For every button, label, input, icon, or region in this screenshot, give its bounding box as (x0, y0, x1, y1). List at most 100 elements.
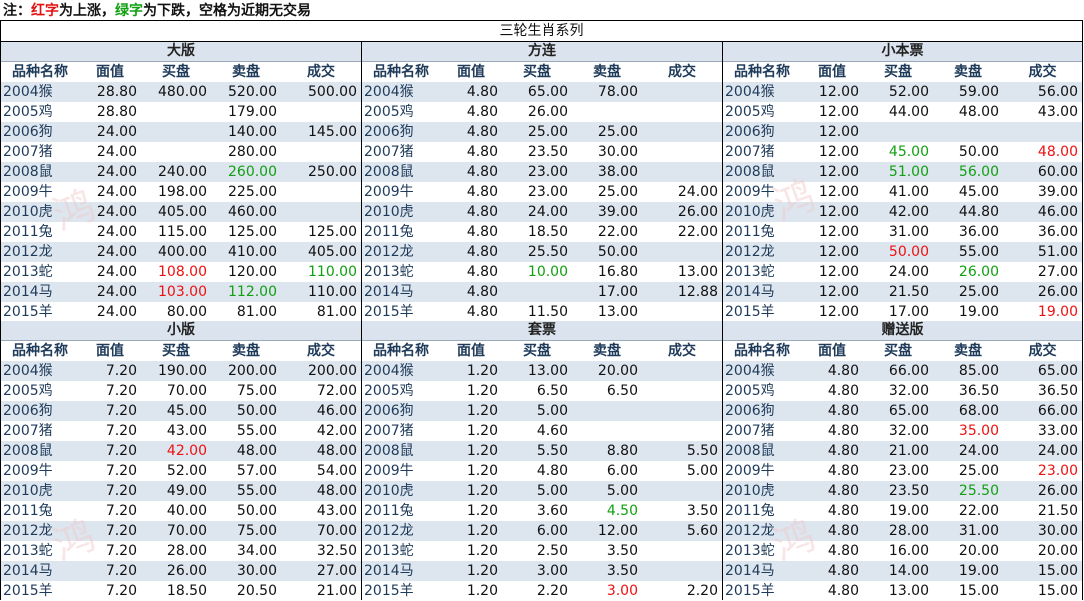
ask-cell: 22.00 (958, 503, 999, 519)
bid-cell: 5.50 (536, 443, 568, 459)
ask-cell: 30.00 (597, 144, 638, 160)
deal-cell: 70.00 (316, 523, 357, 539)
deal-cell (642, 561, 722, 581)
panel-title: 方连 (362, 42, 722, 62)
face-value-cell: 12.00 (818, 144, 859, 160)
face-value-cell: 7.20 (105, 543, 137, 559)
variety-name-cell: 2004猴 (3, 84, 53, 100)
ask-cell: 30.00 (236, 563, 277, 579)
face-value-cell: 1.20 (466, 423, 498, 439)
table-row: 2005鸡 4.80 32.00 36.50 36.50 (723, 381, 1082, 401)
bid-cell: 43.00 (166, 423, 207, 439)
ask-cell: 25.50 (958, 483, 999, 499)
variety-name-cell: 2004猴 (725, 363, 775, 379)
deal-cell: 39.00 (1037, 184, 1078, 200)
face-value-cell: 12.00 (818, 224, 859, 240)
variety-name-cell: 2009牛 (3, 463, 53, 479)
deal-cell: 30.00 (1037, 523, 1078, 539)
table-row: 2005鸡 4.80 26.00 (362, 102, 722, 122)
face-value-cell: 28.80 (96, 84, 137, 100)
table-row: 2008鼠 7.20 42.00 48.00 48.00 (1, 441, 361, 461)
table-row: 2004猴 12.00 52.00 59.00 56.00 (723, 82, 1082, 102)
face-value-cell: 4.80 (466, 144, 498, 160)
face-value-cell: 1.20 (466, 563, 498, 579)
face-value-cell: 24.00 (96, 244, 137, 260)
bid-cell: 4.60 (536, 423, 568, 439)
table-row: 2014马 4.80 17.00 12.88 (362, 282, 722, 302)
ask-cell: 44.80 (958, 204, 999, 220)
variety-name-cell: 2011兔 (3, 224, 53, 240)
bid-cell: 13.00 (527, 363, 568, 379)
variety-name-cell: 2006狗 (3, 403, 53, 419)
price-table: 品种名称 面值 买盘 卖盘 成交 2004猴 4.80 65.00 78.00 2005鸡 4.80… (362, 62, 722, 322)
face-value-cell: 7.20 (105, 443, 137, 459)
bid-cell: 52.00 (166, 463, 207, 479)
variety-name-cell: 2010虎 (3, 483, 53, 499)
bid-cell: 23.00 (527, 184, 568, 200)
deal-cell (281, 182, 361, 202)
variety-name-cell: 2013蛇 (3, 543, 53, 559)
face-value-cell: 1.20 (466, 363, 498, 379)
face-value-cell: 7.20 (105, 363, 137, 379)
deal-cell: 48.00 (316, 443, 357, 459)
variety-name-cell: 2009牛 (725, 463, 775, 479)
column-header: 品种名称 (373, 64, 429, 80)
variety-name-cell: 2011兔 (364, 503, 414, 519)
note-red-word: 红字 (31, 3, 59, 19)
deal-cell (642, 421, 722, 441)
column-header: 面值 (96, 343, 124, 359)
ask-cell: 17.00 (597, 284, 638, 300)
variety-name-cell: 2011兔 (725, 503, 775, 519)
table-row: 2014马 24.00 103.00 112.00 110.00 (1, 282, 361, 302)
bid-cell: 21.50 (888, 284, 929, 300)
column-header: 成交 (1028, 343, 1057, 359)
face-value-cell: 1.20 (466, 523, 498, 539)
face-value-cell: 12.00 (818, 164, 859, 180)
ask-cell: 48.00 (958, 104, 999, 120)
variety-name-cell: 2010虎 (725, 204, 775, 220)
column-header: 卖盘 (954, 64, 982, 80)
face-value-cell: 4.80 (827, 583, 859, 599)
table-row: 2006狗 24.00 140.00 145.00 (1, 122, 361, 142)
variety-name-cell: 2012龙 (725, 523, 775, 539)
panel-title: 套票 (362, 321, 722, 341)
variety-name-cell: 2011兔 (364, 224, 414, 240)
ask-cell: 75.00 (236, 523, 277, 539)
variety-name-cell: 2014马 (3, 284, 53, 300)
ask-cell: 410.00 (228, 244, 277, 260)
table-row: 2013蛇 7.20 28.00 34.00 32.50 (1, 541, 361, 561)
table-row: 2013蛇 1.20 2.50 3.50 (362, 541, 722, 561)
variety-name-cell: 2014马 (3, 563, 53, 579)
bid-cell: 70.00 (166, 523, 207, 539)
variety-name-cell: 2007猪 (364, 423, 414, 439)
column-header: 品种名称 (734, 343, 790, 359)
ask-cell: 25.00 (958, 284, 999, 300)
bid-cell: 25.50 (527, 244, 568, 260)
deal-cell (642, 242, 722, 262)
face-value-cell: 12.00 (818, 184, 859, 200)
face-value-cell: 4.80 (466, 204, 498, 220)
table-row: 2010虎 4.80 24.00 39.00 26.00 (362, 202, 722, 222)
deal-cell: 36.50 (1037, 383, 1078, 399)
ask-cell: 50.00 (236, 403, 277, 419)
face-value-cell: 1.20 (466, 403, 498, 419)
table-row: 2012龙 1.20 6.00 12.00 5.60 (362, 521, 722, 541)
ask-cell: 85.00 (958, 363, 999, 379)
deal-cell: 250.00 (308, 164, 357, 180)
deal-cell: 5.50 (686, 443, 718, 459)
variety-name-cell: 2008鼠 (3, 443, 53, 459)
face-value-cell: 4.80 (466, 304, 498, 320)
panel-zengsongban: 赠送版 品种名称 面值 买盘 卖盘 成交 2004猴 4.80 66.00 85.00 65.00 2… (723, 321, 1082, 601)
ask-cell: 81.00 (236, 304, 277, 320)
face-value-cell: 4.80 (466, 284, 498, 300)
table-row: 2010虎 1.20 5.00 5.00 (362, 481, 722, 501)
variety-name-cell: 2013蛇 (725, 264, 775, 280)
bid-cell: 32.00 (888, 383, 929, 399)
ask-cell: 112.00 (228, 284, 277, 300)
face-value-cell: 24.00 (96, 124, 137, 140)
bid-cell: 3.60 (536, 503, 568, 519)
ask-cell (572, 102, 642, 122)
table-header-row: 品种名称 面值 买盘 卖盘 成交 (1, 341, 361, 361)
ask-cell: 13.00 (597, 304, 638, 320)
ask-cell: 36.00 (958, 224, 999, 240)
